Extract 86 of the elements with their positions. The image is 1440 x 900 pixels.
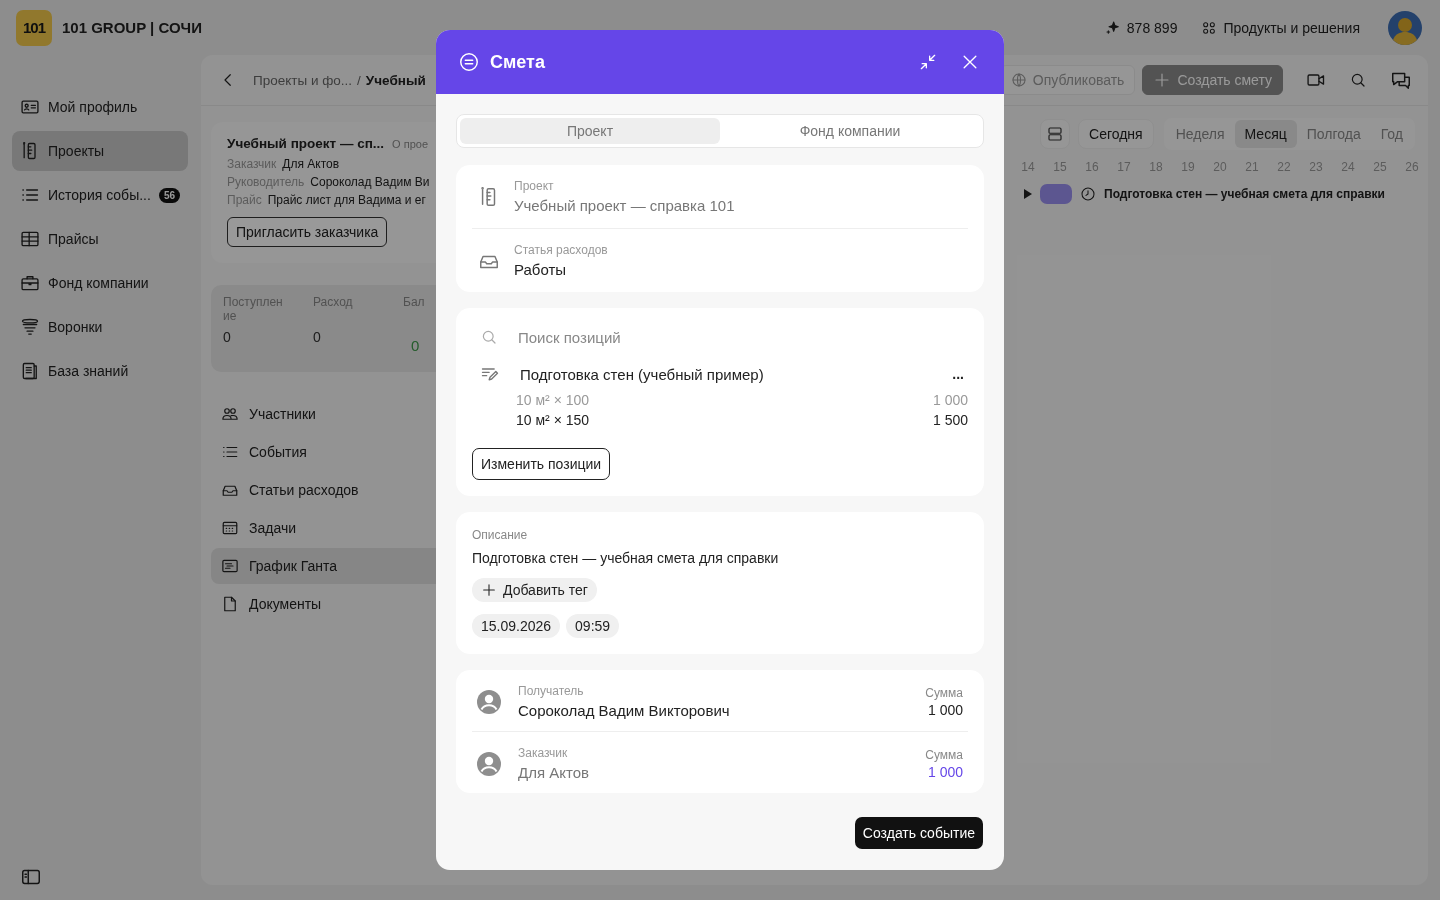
field-value[interactable]: Работы: [514, 261, 608, 278]
party-name: Для Актов: [518, 764, 590, 781]
total-label: Расход: [313, 295, 354, 311]
sum-value: 1 000: [927, 701, 963, 718]
today-button[interactable]: Сегодня: [1078, 119, 1154, 149]
brand-name: 101 GROUP | СОЧИ: [62, 19, 202, 36]
collapse-button[interactable]: [918, 52, 938, 72]
invite-button[interactable]: Пригласить заказчика: [227, 217, 388, 247]
dialog-title: Смета: [490, 51, 545, 73]
expand-triangle-icon[interactable]: [1024, 189, 1032, 199]
sidebar-item[interactable]: База знаний: [12, 351, 188, 391]
field-label: Проект: [514, 179, 555, 193]
tab[interactable]: Фонд компании: [720, 118, 980, 144]
position-name: Подготовка стен (учебный пример): [520, 365, 764, 383]
edit-positions-button[interactable]: Изменить позиции: [472, 448, 611, 480]
tab[interactable]: Проект: [460, 118, 720, 144]
document-icon: [221, 595, 239, 613]
collapse-icon: [918, 52, 938, 72]
user-icon: [476, 750, 502, 777]
field-value: Прайс лист для Вадима и ег: [267, 193, 426, 207]
more-button[interactable]: ...: [948, 366, 968, 382]
sidebar-item[interactable]: Прайсы: [12, 219, 188, 259]
search-icon: [1349, 71, 1367, 89]
plus-icon: [481, 582, 497, 598]
amount-text: 1 000: [932, 392, 968, 408]
search-icon: [480, 328, 498, 346]
search-field[interactable]: Поиск позиций: [518, 328, 818, 346]
sidebar-item[interactable]: Воронки: [12, 307, 188, 347]
total-value: 0: [313, 329, 322, 345]
role-label: Получатель: [518, 684, 585, 698]
total-value: 0: [223, 329, 232, 345]
field-value: Для Актов: [282, 157, 340, 171]
search-button[interactable]: [1349, 71, 1367, 89]
quantity-text: 10 м² × 100: [516, 392, 590, 408]
description-text: Подготовка стен — учебная смета для справки: [472, 550, 780, 566]
party-name: Сороколад Вадим Викторович: [518, 702, 731, 719]
grid-icon: [1201, 19, 1218, 36]
nav-item[interactable]: Участники: [211, 396, 487, 432]
people-icon: [221, 405, 239, 423]
quantity-text: 10 м² × 150: [516, 412, 590, 428]
total-label: Поступление: [223, 295, 284, 323]
create-event-button[interactable]: Создать событие: [854, 817, 983, 849]
user-icon: [476, 688, 502, 715]
sidebar-item[interactable]: Мой профиль: [12, 87, 188, 127]
layout-button[interactable]: [1040, 119, 1071, 149]
project-title: Учебный проект — сп...: [227, 136, 385, 151]
breadcrumb-current: Учебный: [365, 72, 426, 88]
credits-button[interactable]: 878 899: [1104, 19, 1178, 36]
sidebar-item[interactable]: История собы... 56: [12, 175, 188, 215]
sparkle-icon: [1104, 19, 1121, 36]
role-label: Заказчик: [518, 746, 569, 760]
field-label: Статья расходов: [514, 243, 608, 257]
sidebar-item[interactable]: Фонд компании: [12, 263, 188, 303]
field-value: Сороколад Вадим Ви: [310, 175, 430, 189]
add-tag-button[interactable]: Добавить тег: [472, 578, 597, 602]
period-tab[interactable]: Месяц: [1234, 120, 1297, 148]
calendar-icon: [221, 519, 239, 537]
clock-icon: [1080, 186, 1096, 202]
count-badge: 56: [158, 187, 180, 203]
table-icon: [20, 229, 40, 249]
breadcrumb-separator: /: [357, 72, 361, 88]
total-label: Бал: [403, 295, 426, 311]
sum-label: Сумма: [925, 685, 963, 700]
description-label: Описание: [472, 528, 529, 542]
globe-icon: [1010, 72, 1027, 88]
sum-value: 1 000: [927, 763, 963, 780]
logo[interactable]: 101: [16, 9, 52, 46]
funnel-icon: [20, 317, 40, 337]
field-label: Руководитель: [227, 175, 305, 189]
gantt-row-title: Подготовка стен — учебная смета для справки: [1104, 187, 1385, 201]
rows-icon: [1046, 125, 1065, 143]
products-button[interactable]: Продукты и решения: [1201, 19, 1360, 36]
document-icon: [20, 361, 40, 381]
field-label: Прайс: [227, 193, 262, 207]
breadcrumb-link[interactable]: Проекты и фо...: [253, 72, 353, 88]
field-label: Заказчик: [227, 157, 277, 171]
briefcase-icon: [20, 273, 40, 293]
sidebar-item[interactable]: Проекты: [12, 131, 188, 171]
avatar[interactable]: [1388, 10, 1422, 45]
time-chip[interactable]: 09:59: [566, 614, 620, 638]
menu-circle-icon: [458, 51, 480, 73]
timeline-icon: [221, 557, 239, 575]
date-chip[interactable]: 15.09.2026: [472, 614, 561, 638]
total-value: 0: [410, 336, 421, 356]
amount-text: 1 500: [932, 412, 968, 428]
sum-label: Сумма: [925, 747, 963, 762]
